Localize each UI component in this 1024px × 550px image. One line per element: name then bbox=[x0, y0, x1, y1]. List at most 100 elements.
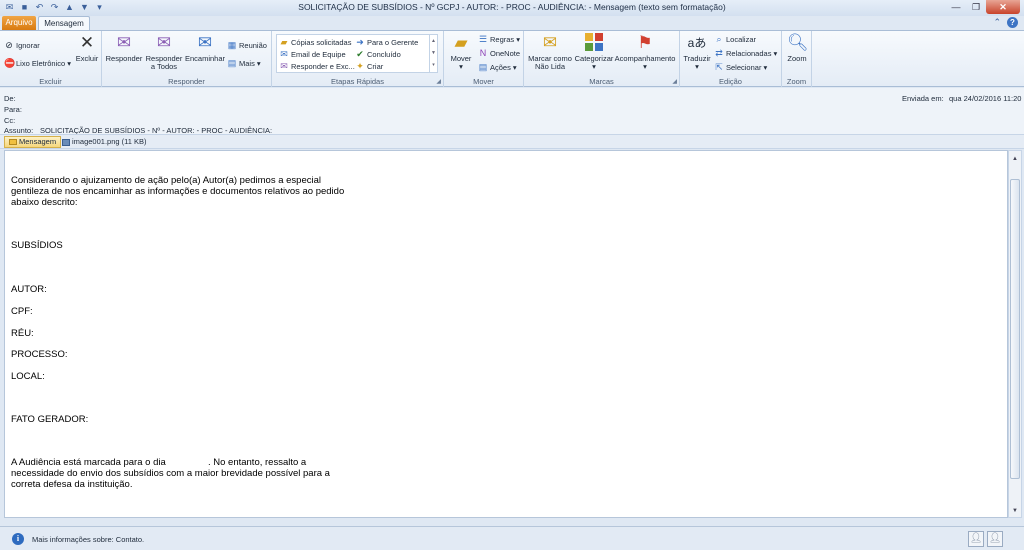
delete-x-icon: ✕ bbox=[79, 33, 95, 52]
rules-button[interactable]: ☰ Regras ▾ bbox=[478, 34, 520, 44]
move-button[interactable]: ▰ Mover ▾ bbox=[447, 33, 475, 71]
group-edicao: aあ Traduzir ▾ ⌕ Localizar ⇄ Relacionadas … bbox=[680, 31, 782, 87]
vertical-scrollbar[interactable]: ▲ ▼ bbox=[1008, 150, 1022, 518]
group-marcas: ✉ Marcar como Não Lida Categorizar ▾ ⚑ Ac… bbox=[524, 31, 680, 87]
group-label-quick-steps: Etapas Rápidas bbox=[331, 77, 384, 86]
group-mover: ▰ Mover ▾ ☰ Regras ▾ N OneNote ▤ Ações ▾ … bbox=[444, 31, 524, 87]
ribbon: ⊘ Ignorar ⛔ Lixo Eletrônico ▾ ✕ Excluir … bbox=[0, 30, 1024, 87]
quickstep-reply-delete[interactable]: ✉ Responder e Exc... bbox=[279, 61, 355, 71]
sent-value: qua 24/02/2016 11:20 bbox=[949, 94, 1022, 103]
scroll-down-arrow[interactable]: ▼ bbox=[1009, 505, 1021, 517]
group-label-edicao: Edição bbox=[719, 77, 742, 86]
dialog-launcher-icon[interactable]: ◢ bbox=[436, 78, 441, 85]
group-label-zoom: Zoom bbox=[786, 77, 807, 86]
create-icon: ✦ bbox=[356, 61, 364, 71]
scroll-up-arrow[interactable]: ▲ bbox=[1009, 153, 1021, 165]
junk-icon: ⛔ bbox=[4, 58, 16, 68]
related-button[interactable]: ⇄ Relacionadas ▾ bbox=[714, 48, 777, 58]
onenote-icon: N bbox=[479, 48, 487, 58]
message-body[interactable]: Considerando o ajuizamento de ação pelo(… bbox=[4, 150, 1008, 518]
message-attachment-tab[interactable]: Mensagem bbox=[4, 136, 62, 148]
sent-label: Enviada em: bbox=[902, 94, 944, 103]
image-file-icon bbox=[62, 138, 70, 146]
select-button[interactable]: ⇱ Selecionar ▾ bbox=[714, 62, 767, 72]
group-quick-steps: ▰ Cópias solicitadas ✉ Email de Equipe ✉… bbox=[272, 31, 444, 87]
categorize-button[interactable]: Categorizar ▾ bbox=[574, 33, 614, 71]
body-paragraph-2-line-3: correta defesa da instituição. bbox=[11, 479, 133, 490]
gallery-scroll[interactable]: ▲ ▼ ▾ bbox=[429, 35, 437, 72]
message-header: De: Para: Cc: Assunto: SOLICITAÇÃO DE SU… bbox=[0, 88, 1024, 135]
more-icon: ▤ bbox=[227, 58, 237, 68]
from-label: De: bbox=[4, 94, 16, 103]
reply-delete-icon: ✉ bbox=[280, 61, 288, 71]
translate-button[interactable]: aあ Traduzir ▾ bbox=[682, 33, 712, 71]
ignore-button[interactable]: ⊘ Ignorar bbox=[4, 40, 40, 50]
to-label: Para: bbox=[4, 105, 22, 114]
contact-photo-icon[interactable]: 👤︎ bbox=[968, 531, 984, 547]
select-cursor-icon: ⇱ bbox=[715, 62, 723, 72]
image-attachment[interactable]: image001.png (11 KB) bbox=[62, 136, 147, 148]
delete-button[interactable]: ✕ Excluir bbox=[74, 33, 100, 63]
translate-icon: aあ bbox=[687, 36, 707, 50]
quickstep-to-manager[interactable]: ➜ Para o Gerente bbox=[355, 37, 418, 47]
scroll-thumb[interactable] bbox=[1010, 179, 1020, 479]
group-label-excluir: Excluir bbox=[39, 77, 62, 86]
collapse-ribbon-icon[interactable]: ⌃ bbox=[993, 17, 1001, 28]
reply-all-icon: ✉ bbox=[156, 33, 172, 52]
zoom-button[interactable]: 🔍︎ Zoom bbox=[784, 33, 810, 63]
body-paragraph-2-line-1: A Audiência está marcada para o dia . No… bbox=[11, 457, 307, 468]
body-paragraph-1-line-1: Considerando o ajuizamento de ação pelo(… bbox=[11, 175, 321, 186]
attachment-bar: Mensagem image001.png (11 KB) bbox=[0, 134, 1024, 149]
unread-envelope-icon: ✉ bbox=[542, 33, 558, 52]
meeting-button[interactable]: ▦ Reunião bbox=[227, 40, 267, 50]
minimize-button[interactable]: — bbox=[946, 0, 966, 14]
team-email-icon: ✉ bbox=[280, 49, 288, 59]
group-responder: ✉ Responder ✉ Responder a Todos ✉ Encami… bbox=[102, 31, 272, 87]
more-button[interactable]: ▤ Mais ▾ bbox=[227, 58, 261, 68]
actions-button[interactable]: ▤ Ações ▾ bbox=[478, 62, 517, 72]
close-button[interactable]: ✕ bbox=[986, 0, 1020, 14]
quickstep-done[interactable]: ✔ Concluído bbox=[355, 49, 401, 59]
find-button[interactable]: ⌕ Localizar bbox=[714, 34, 756, 44]
actions-icon: ▤ bbox=[478, 62, 488, 72]
help-icon[interactable]: ? bbox=[1007, 17, 1018, 28]
info-icon: i bbox=[12, 533, 24, 545]
forward-button[interactable]: ✉ Encaminhar bbox=[184, 33, 226, 63]
ignore-icon: ⊘ bbox=[5, 40, 13, 50]
move-folder-icon: ▰ bbox=[454, 33, 468, 52]
onenote-button[interactable]: N OneNote bbox=[478, 48, 520, 58]
group-label-responder: Responder bbox=[168, 77, 205, 86]
envelope-icon bbox=[9, 139, 17, 145]
flag-icon: ⚑ bbox=[637, 33, 653, 52]
checkmark-icon: ✔ bbox=[356, 49, 364, 59]
followup-button[interactable]: ⚑ Acompanhamento ▾ bbox=[614, 33, 676, 71]
tab-file[interactable]: Arquivo bbox=[2, 16, 36, 30]
group-excluir: ⊘ Ignorar ⛔ Lixo Eletrônico ▾ ✕ Excluir … bbox=[0, 31, 102, 87]
cc-label: Cc: bbox=[4, 116, 16, 125]
window-controls: — ❐ ✕ bbox=[946, 0, 1020, 14]
body-fato-gerador: FATO GERADOR: bbox=[11, 414, 89, 425]
maximize-button[interactable]: ❐ bbox=[966, 0, 986, 14]
reply-button[interactable]: ✉ Responder bbox=[105, 33, 143, 63]
binoculars-icon: ⌕ bbox=[716, 34, 722, 44]
tab-message[interactable]: Mensagem bbox=[38, 16, 90, 31]
quickstep-create[interactable]: ✦ Criar bbox=[355, 61, 383, 71]
title-bar: ✉ ■ ↶ ↷ ▲ ▼ ▾ SOLICITAÇÃO DE SUBSÍDIOS -… bbox=[0, 0, 1024, 16]
reply-all-button[interactable]: ✉ Responder a Todos bbox=[144, 33, 184, 71]
junk-button[interactable]: ⛔ Lixo Eletrônico ▾ bbox=[4, 58, 71, 68]
to-manager-icon: ➜ bbox=[356, 37, 364, 47]
dialog-launcher-icon[interactable]: ◢ bbox=[672, 78, 677, 85]
status-text[interactable]: Mais informações sobre: Contato. bbox=[32, 535, 144, 544]
group-label-marcas: Marcas bbox=[589, 77, 614, 86]
body-paragraph-1-line-3: abaixo descrito: bbox=[11, 197, 78, 208]
quickstep-team-email[interactable]: ✉ Email de Equipe bbox=[279, 49, 345, 59]
people-pane-icon[interactable]: 👤︎ bbox=[987, 531, 1003, 547]
categorize-icon bbox=[584, 33, 604, 53]
forward-icon: ✉ bbox=[197, 33, 213, 52]
quickstep-copies[interactable]: ▰ Cópias solicitadas bbox=[279, 37, 352, 47]
reply-icon: ✉ bbox=[116, 33, 132, 52]
meeting-icon: ▦ bbox=[227, 40, 237, 50]
ribbon-tabs: Arquivo Mensagem ⌃ ? bbox=[0, 16, 1024, 31]
mark-unread-button[interactable]: ✉ Marcar como Não Lida bbox=[527, 33, 573, 71]
folder-icon: ▰ bbox=[280, 37, 288, 47]
